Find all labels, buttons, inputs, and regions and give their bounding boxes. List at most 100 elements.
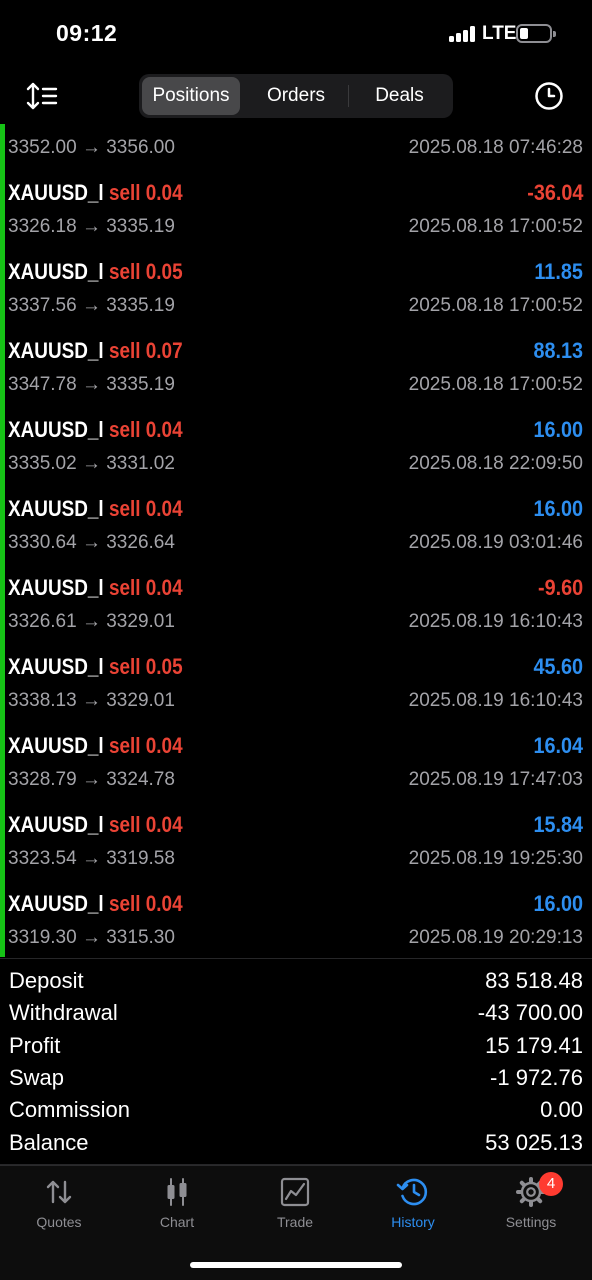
deal-volume: 0.05 <box>145 654 183 679</box>
tab-history-label: History <box>391 1214 435 1230</box>
summary-value: 83 518.48 <box>485 968 583 993</box>
history-clock-icon <box>396 1178 428 1206</box>
battery-icon <box>516 24 556 43</box>
deal-symbol-name: XAUUSD_l <box>8 259 104 284</box>
deal-profit: 16.00 <box>533 496 583 521</box>
tab-settings[interactable]: Settings 4 <box>472 1172 590 1236</box>
clock-icon[interactable] <box>533 80 565 112</box>
deal-symbol-name: XAUUSD_l <box>8 417 104 442</box>
tab-quotes-label: Quotes <box>36 1214 82 1230</box>
tab-positions[interactable]: Positions <box>142 77 240 115</box>
partial-row-prices: 3352.00 → 3356.00 <box>8 137 175 158</box>
sort-icon[interactable] <box>26 80 60 112</box>
deal-prices: 3326.18 → 3335.19 <box>8 216 175 237</box>
deal-symbol-name: XAUUSD_l <box>8 891 104 916</box>
deal-volume: 0.04 <box>145 891 183 916</box>
deal-prices: 3335.02 → 3331.02 <box>8 453 175 474</box>
deal-symbol-name: XAUUSD_l <box>8 496 104 521</box>
deal-symbol: XAUUSD_l sell 0.04 <box>8 891 183 917</box>
deal-prices: 3326.61 → 3329.01 <box>8 611 175 632</box>
deal-symbol-name: XAUUSD_l <box>8 338 104 363</box>
deal-symbol: XAUUSD_l sell 0.07 <box>8 338 183 364</box>
summary-value: -1 972.76 <box>490 1065 583 1090</box>
deal-symbol-name: XAUUSD_l <box>8 654 104 679</box>
deal-symbol: XAUUSD_l sell 0.04 <box>8 733 183 759</box>
deal-volume: 0.05 <box>145 259 183 284</box>
deal-volume: 0.04 <box>145 733 183 758</box>
deal-side: sell <box>108 338 141 363</box>
trade-chart-icon <box>280 1177 310 1207</box>
deal-profit: 16.00 <box>533 417 583 442</box>
deal-symbol: XAUUSD_l sell 0.04 <box>8 812 183 838</box>
deal-symbol: XAUUSD_l sell 0.04 <box>8 180 183 206</box>
deal-symbol-name: XAUUSD_l <box>8 733 104 758</box>
deal-date: 2025.08.18 17:00:52 <box>408 216 583 237</box>
deal-prices: 3328.79 → 3324.78 <box>8 769 175 790</box>
deal-prices: 3338.13 → 3329.01 <box>8 690 175 711</box>
tab-deals[interactable]: Deals <box>349 77 450 115</box>
tab-orders[interactable]: Orders <box>243 77 349 115</box>
settings-badge: 4 <box>539 1172 563 1196</box>
tab-chart-label: Chart <box>159 1214 195 1230</box>
tab-history[interactable]: History <box>354 1176 472 1236</box>
deal-side: sell <box>108 417 141 442</box>
tab-chart[interactable]: Chart <box>118 1176 236 1236</box>
deal-symbol: XAUUSD_l sell 0.04 <box>8 575 183 601</box>
deal-profit: -36.04 <box>526 180 583 205</box>
deal-profit: 15.84 <box>533 812 583 837</box>
deal-side: sell <box>108 812 141 837</box>
deal-prices: 3347.78 → 3335.19 <box>8 374 175 395</box>
deal-prices: 3323.54 → 3319.58 <box>8 848 175 869</box>
home-indicator[interactable] <box>190 1262 402 1268</box>
deal-side: sell <box>108 891 141 916</box>
deal-side: sell <box>108 575 141 600</box>
deal-date: 2025.08.19 16:10:43 <box>408 690 583 711</box>
position-indicator-bar <box>0 124 5 957</box>
deal-date: 2025.08.19 16:10:43 <box>408 611 583 632</box>
deal-side: sell <box>108 496 141 521</box>
summary-value: -43 700.00 <box>477 1000 583 1025</box>
deal-symbol-name: XAUUSD_l <box>8 575 104 600</box>
deal-date: 2025.08.19 19:25:30 <box>408 848 583 869</box>
summary-value: 0.00 <box>540 1097 583 1122</box>
deal-symbol-name: XAUUSD_l <box>8 180 104 205</box>
network-type: LTE <box>482 23 517 44</box>
summary-value: 15 179.41 <box>485 1033 583 1058</box>
segmented-control: Positions Orders Deals <box>139 74 453 118</box>
tab-trade[interactable]: Trade <box>236 1176 354 1236</box>
deal-date: 2025.08.19 17:47:03 <box>408 769 583 790</box>
deal-profit: 45.60 <box>533 654 583 679</box>
deal-date: 2025.08.18 22:09:50 <box>408 453 583 474</box>
summary-label: Balance <box>9 1130 89 1155</box>
deal-volume: 0.04 <box>145 812 183 837</box>
deal-profit: 16.00 <box>533 891 583 916</box>
deal-profit: 11.85 <box>534 259 583 284</box>
deal-symbol: XAUUSD_l sell 0.04 <box>8 417 183 443</box>
deal-volume: 0.04 <box>145 180 183 205</box>
deal-profit: 16.04 <box>533 733 583 758</box>
deal-side: sell <box>108 654 141 679</box>
deal-symbol: XAUUSD_l sell 0.05 <box>8 259 183 285</box>
candlestick-icon <box>167 1178 187 1206</box>
deal-prices: 3337.56 → 3335.19 <box>8 295 175 316</box>
deal-profit: -9.60 <box>537 575 583 600</box>
deal-volume: 0.04 <box>145 417 183 442</box>
cellular-signal-icon <box>449 26 475 42</box>
deal-volume: 0.07 <box>145 338 183 363</box>
deal-volume: 0.04 <box>145 496 183 521</box>
deal-date: 2025.08.19 20:29:13 <box>408 927 583 948</box>
quotes-arrows-icon <box>46 1180 72 1204</box>
tab-quotes[interactable]: Quotes <box>0 1176 118 1236</box>
deal-date: 2025.08.19 03:01:46 <box>408 532 583 553</box>
partial-row-date: 2025.08.18 07:46:28 <box>408 137 583 158</box>
tab-settings-label: Settings <box>505 1214 557 1230</box>
deal-date: 2025.08.18 17:00:52 <box>408 374 583 395</box>
summary-label: Profit <box>9 1033 61 1058</box>
status-bar: 09:12 LTE <box>0 0 592 68</box>
summary-label: Commission <box>9 1097 131 1122</box>
deal-side: sell <box>108 733 141 758</box>
deal-symbol: XAUUSD_l sell 0.05 <box>8 654 183 680</box>
status-time: 09:12 <box>56 20 118 46</box>
deal-symbol: XAUUSD_l sell 0.04 <box>8 496 183 522</box>
deal-side: sell <box>108 180 141 205</box>
